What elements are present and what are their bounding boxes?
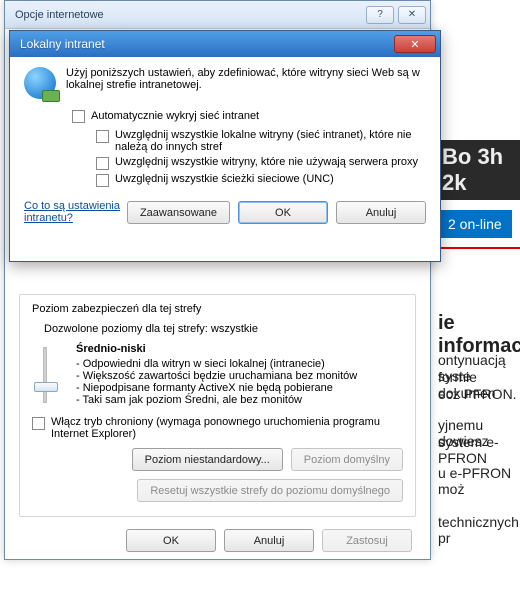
group-legend: Poziom zabezpieczeń dla tej strefy <box>32 303 403 315</box>
include-local-sites-label: Uwzględnij wszystkie lokalne witryny (si… <box>115 129 426 153</box>
custom-level-button[interactable]: Poziom niestandardowy... <box>132 448 283 471</box>
protected-mode-checkbox[interactable] <box>32 417 45 430</box>
include-noproxy-sites-label: Uwzględnij wszystkie witryny, które nie … <box>115 156 418 168</box>
include-unc-paths-checkbox[interactable] <box>96 174 109 187</box>
cancel-button[interactable]: Anuluj <box>224 529 314 552</box>
level-point: - Taki sam jak poziom Średni, ale bez mo… <box>76 394 357 406</box>
ok-button[interactable]: OK <box>238 201 328 224</box>
cancel-button[interactable]: Anuluj <box>336 201 426 224</box>
level-name: Średnio-niski <box>76 343 357 355</box>
bg-text: u e-PFRON moż <box>438 465 520 497</box>
slider-thumb[interactable] <box>34 382 58 392</box>
window-title: Lokalny intranet <box>20 37 394 51</box>
titlebar[interactable]: Lokalny intranet ✕ <box>10 31 440 57</box>
allowed-levels-label: Dozwolone poziomy dla tej strefy: wszyst… <box>44 323 403 335</box>
include-local-sites-checkbox[interactable] <box>96 130 109 143</box>
level-point: - Większość zawartości będzie uruchamian… <box>76 370 357 382</box>
advanced-button[interactable]: Zaawansowane <box>127 201 230 224</box>
divider <box>438 247 520 249</box>
titlebar[interactable]: Opcje internetowe ? ✕ <box>5 1 430 29</box>
close-button[interactable]: ✕ <box>398 6 426 24</box>
protected-mode-label: Włącz tryb chroniony (wymaga ponownego u… <box>51 416 403 440</box>
local-intranet-dialog: Lokalny intranet ✕ Użyj poniższych ustaw… <box>9 30 441 262</box>
close-icon: ✕ <box>410 38 419 51</box>
reset-zones-button: Resetuj wszystkie strefy do poziomu domy… <box>137 479 403 502</box>
auto-detect-label: Automatycznie wykryj sieć intranet <box>91 110 259 122</box>
default-level-button: Poziom domyślny <box>291 448 403 471</box>
window-title: Opcje internetowe <box>15 9 362 21</box>
auto-detect-checkbox[interactable] <box>72 110 85 123</box>
bg-text: system e-PFRON <box>438 434 520 466</box>
online-badge: 2 on-line <box>438 210 512 238</box>
level-point: - Niepodpisane formanty ActiveX nie będą… <box>76 382 357 394</box>
level-description: Średnio-niski - Odpowiedni dla witryn w … <box>76 343 357 406</box>
slider-track <box>43 347 47 403</box>
bg-text: ecz PFRON. <box>438 386 517 402</box>
intranet-help-link[interactable]: Co to są ustawienia intranetu? <box>24 200 127 224</box>
bg-text: technicznych pr <box>438 514 520 546</box>
close-icon: ✕ <box>408 9 416 20</box>
intro-text: Użyj poniższych ustawień, aby zdefiniowa… <box>66 67 426 91</box>
help-button[interactable]: ? <box>366 6 394 24</box>
apply-button: Zastosuj <box>322 529 412 552</box>
include-unc-paths-label: Uwzględnij wszystkie ścieżki sieciowe (U… <box>115 173 334 185</box>
include-noproxy-sites-checkbox[interactable] <box>96 157 109 170</box>
help-icon: ? <box>377 9 383 20</box>
security-level-slider[interactable] <box>32 343 58 403</box>
close-button[interactable]: ✕ <box>394 35 436 53</box>
ok-button[interactable]: OK <box>126 529 216 552</box>
level-point: - Odpowiedni dla witryn w sieci lokalnej… <box>76 358 357 370</box>
background-image-block: Bo 3h 2k <box>438 140 520 200</box>
globe-icon <box>24 67 56 99</box>
security-level-group: Poziom zabezpieczeń dla tej strefy Dozwo… <box>19 294 416 517</box>
